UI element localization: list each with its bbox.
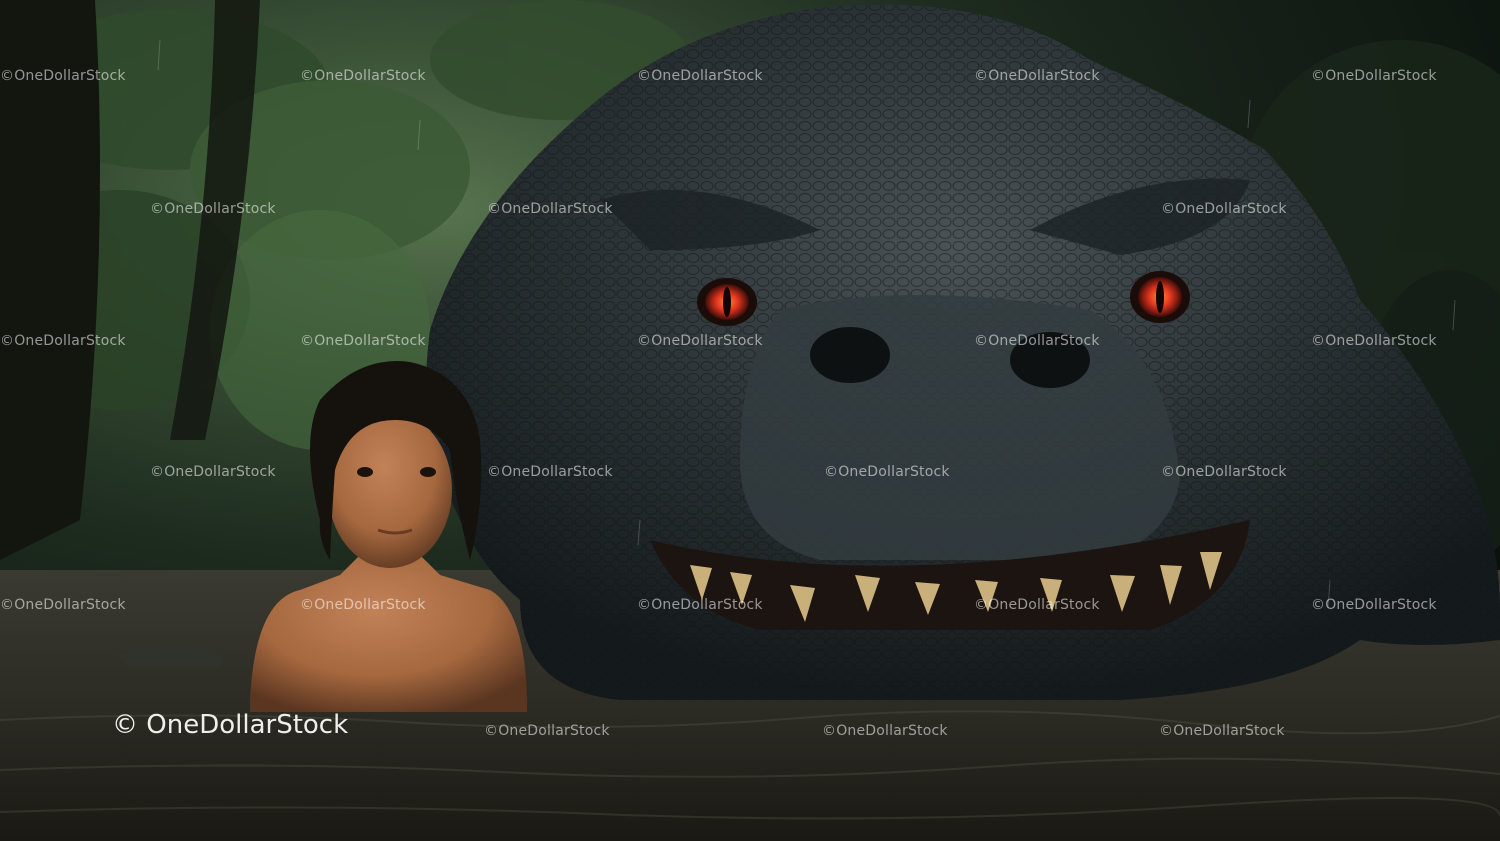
watermark: ©OneDollarStock [0,68,126,84]
watermark: ©OneDollarStock [484,723,610,739]
watermark: ©OneDollarStock [1159,723,1285,739]
watermark: ©OneDollarStock [974,333,1100,349]
photo-scene: ©OneDollarStock ©OneDollarStock ©OneDoll… [0,0,1500,841]
watermark: ©OneDollarStock [637,333,763,349]
watermark: ©OneDollarStock [974,597,1100,613]
watermark: ©OneDollarStock [300,68,426,84]
watermark: ©OneDollarStock [0,333,126,349]
watermark: ©OneDollarStock [300,333,426,349]
watermark: ©OneDollarStock [1161,464,1287,480]
watermark: ©OneDollarStock [974,68,1100,84]
watermark: ©OneDollarStock [824,464,950,480]
watermark: ©OneDollarStock [1311,68,1437,84]
watermark: ©OneDollarStock [1311,597,1437,613]
watermark: ©OneDollarStock [1311,333,1437,349]
watermark: ©OneDollarStock [637,68,763,84]
watermark: ©OneDollarStock [150,464,276,480]
watermark: ©OneDollarStock [487,201,613,217]
watermark-main: © OneDollarStock [112,710,349,740]
watermark: ©OneDollarStock [487,464,613,480]
watermark: ©OneDollarStock [300,597,426,613]
watermark: ©OneDollarStock [822,723,948,739]
watermark: ©OneDollarStock [150,201,276,217]
watermark: ©OneDollarStock [637,597,763,613]
watermark: ©OneDollarStock [0,597,126,613]
watermark: ©OneDollarStock [1161,201,1287,217]
